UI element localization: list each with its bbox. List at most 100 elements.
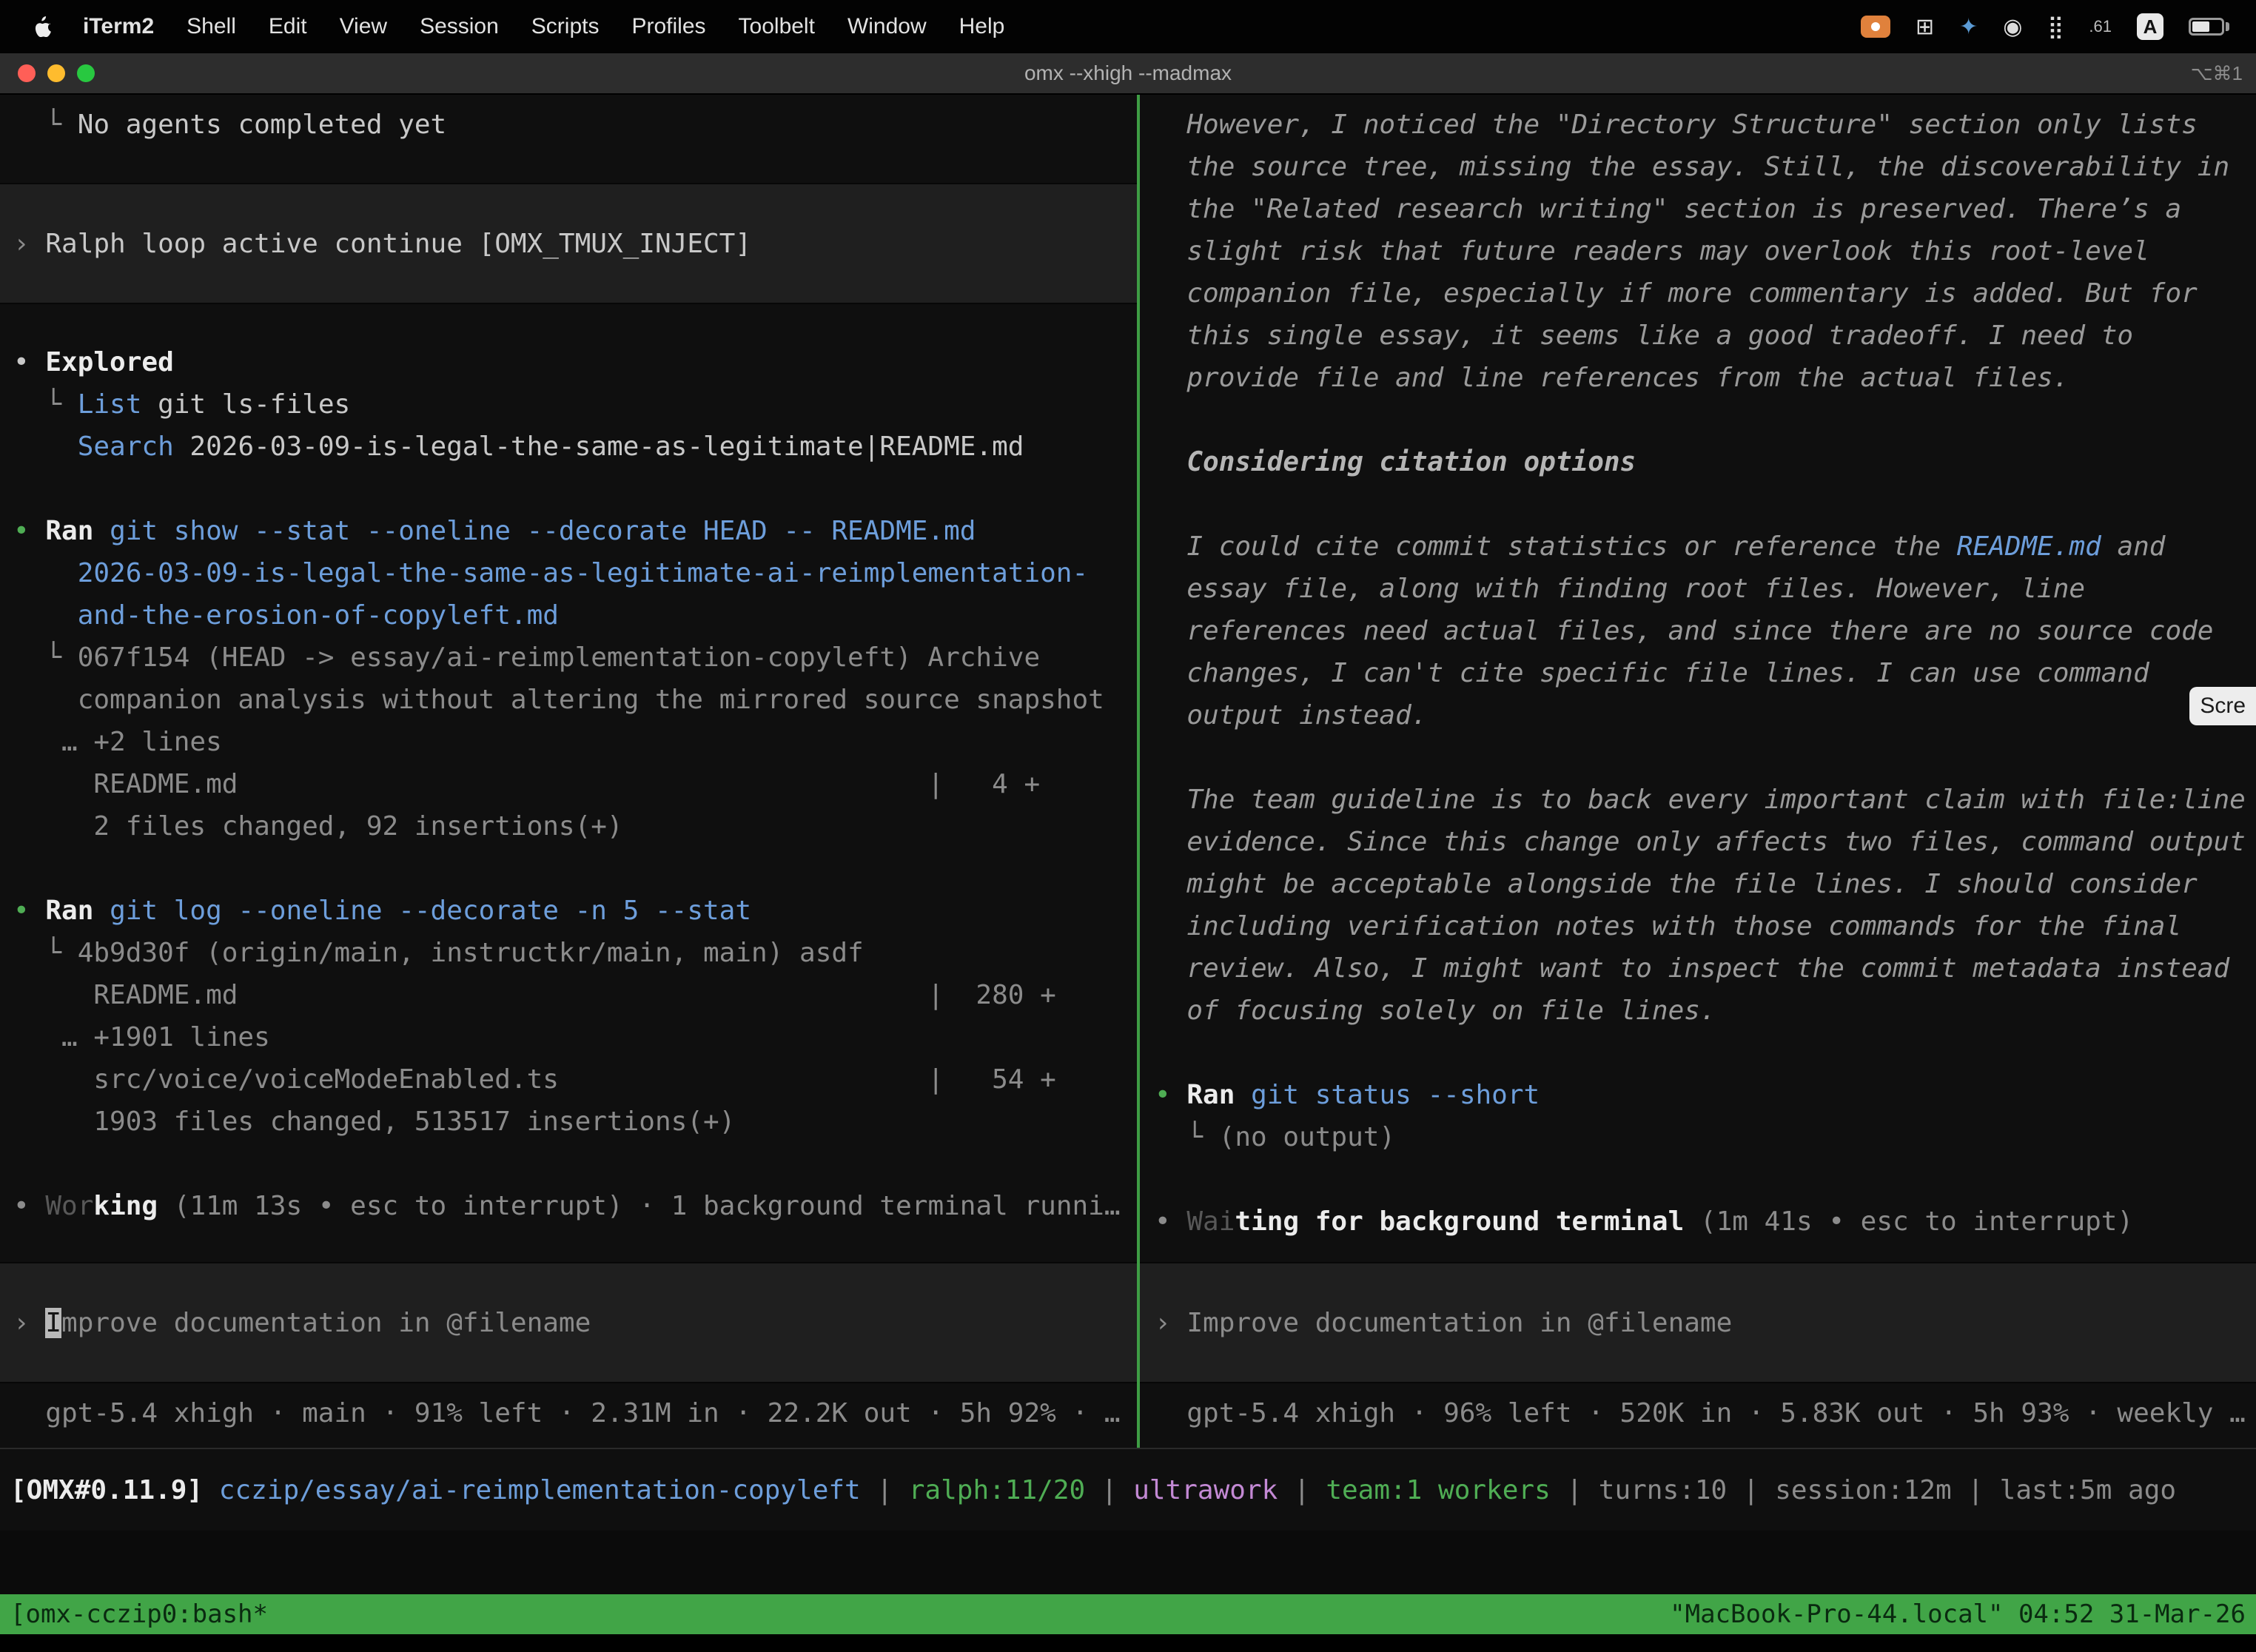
omx-status-line: [OMX#0.11.9] cczip/essay/ai-reimplementa… [0, 1475, 2176, 1505]
text-segment: • [13, 1191, 45, 1221]
spacer [1140, 1383, 2256, 1392]
terminal-line: provide file and line references from th… [1140, 357, 2256, 399]
battery-icon[interactable] [2189, 18, 2229, 36]
terminal-line: companion file, especially if more comme… [1140, 272, 2256, 315]
menu-item-toolbelt[interactable]: Toolbelt [722, 14, 831, 39]
text-segment: git ls-files [141, 389, 350, 420]
text-segment: | [1085, 1475, 1133, 1505]
text-segment: ultrawork [1133, 1475, 1278, 1505]
input-source-icon[interactable]: A [2137, 13, 2163, 40]
terminal-line: README.md | 280 + [0, 974, 1137, 1016]
battery-nub [2226, 22, 2229, 31]
prompt-input[interactable]: › Improve documentation in @filename [0, 1262, 1137, 1383]
text-segment: (11m 13s • esc to interrupt) · 1 backgro… [158, 1191, 1120, 1221]
menu-item-profiles[interactable]: Profiles [615, 14, 722, 39]
window-title-bar[interactable]: omx --xhigh --madmax ⌥⌘1 [0, 53, 2256, 95]
menu-item-session[interactable]: Session [403, 14, 515, 39]
text-segment: git status --short [1235, 1080, 1540, 1110]
terminal-line: However, I noticed the "Directory Struct… [1140, 104, 2256, 146]
text-segment: Wor [45, 1191, 93, 1221]
text-segment: ting for background terminal [1235, 1206, 1684, 1237]
screen-share-tooltip[interactable]: Scre [2189, 687, 2256, 725]
menu-item-shell[interactable]: Shell [170, 14, 252, 39]
terminal-line: › Improve documentation in @filename [0, 1302, 591, 1344]
text-segment: README.md [1957, 531, 2101, 562]
menu-item-help[interactable]: Help [943, 14, 1021, 39]
terminal-line: essay file, along with finding root file… [1140, 568, 2256, 610]
text-segment: • [13, 896, 45, 926]
menu-item-edit[interactable]: Edit [252, 14, 323, 39]
text-segment: king [93, 1191, 158, 1221]
text-segment: essay file, along with finding root file… [1155, 574, 2085, 604]
window-bottom-edge [0, 1634, 2256, 1652]
text-segment: last:5m ago [2000, 1475, 2176, 1505]
text-segment: Considering citation options [1155, 447, 1636, 477]
text-segment: › Improve documentation in @filename [1155, 1308, 1732, 1338]
text-segment: 2026-03-09-is-legal-the-same-as-legitima… [13, 558, 1088, 588]
spacer [0, 1227, 1137, 1262]
battery-body [2189, 18, 2224, 36]
text-segment: 1903 files changed, 513517 insertions(+) [13, 1107, 735, 1137]
traffic-lights [0, 64, 95, 82]
grid-icon[interactable]: ⊞ [1916, 14, 1934, 40]
dots-grid-icon[interactable]: ⣿ [2047, 14, 2064, 40]
target-icon[interactable]: ◉ [2003, 14, 2022, 40]
text-segment: review. Also, I might want to inspect th… [1155, 953, 2229, 984]
text-segment: | [861, 1475, 909, 1505]
text-segment: git log --oneline --decorate -n 5 --stat [93, 896, 751, 926]
text-segment: … +2 lines [13, 727, 222, 757]
window-shortcut-hint: ⌥⌘1 [2191, 62, 2256, 85]
terminal-line: the "Related research writing" section i… [1140, 188, 2256, 230]
apple-menu-icon[interactable] [19, 16, 67, 37]
menu-item-view[interactable]: View [323, 14, 403, 39]
terminal-line: • Waiting for background terminal (1m 41… [1140, 1201, 2256, 1243]
terminal-line: slight risk that future readers may over… [1140, 230, 2256, 272]
terminal-line: 2 files changed, 92 insertions(+) [0, 805, 1137, 847]
spacer [1140, 483, 2256, 526]
text-segment: 2 files changed, 92 insertions(+) [13, 811, 623, 842]
spacer [1140, 1158, 2256, 1201]
terminal-line: • Explored [0, 341, 1137, 383]
terminal-line: gpt-5.4 xhigh · main · 91% left · 2.31M … [0, 1392, 1137, 1434]
text-segment: Ran [45, 896, 93, 926]
sparkle-icon[interactable]: ✦ [1959, 14, 1978, 40]
prompt-input[interactable]: › Improve documentation in @filename [1140, 1262, 2256, 1383]
text-segment: README.md | 280 + [13, 980, 1056, 1010]
close-button[interactable] [18, 64, 36, 82]
percent-badge[interactable]: .61 [2089, 17, 2112, 36]
text-segment: cczip/essay/ai-reimplementation-copyleft [219, 1475, 861, 1505]
text-segment: gpt-5.4 xhigh · main · 91% left · 2.31M … [13, 1398, 1121, 1428]
terminal-line: › Ralph loop active continue [OMX_TMUX_I… [0, 223, 751, 265]
menu-item-iterm2[interactable]: iTerm2 [67, 14, 170, 39]
terminal-line: of focusing solely on file lines. [1140, 990, 2256, 1032]
text-segment: session:12m [1775, 1475, 1951, 1505]
left-pane: └ No agents completed yet› Ralph loop ac… [0, 95, 1137, 1448]
text-segment: | [1551, 1475, 1599, 1505]
text-segment: • [13, 347, 45, 377]
text-segment: • [1155, 1080, 1186, 1110]
terminal-line: • Working (11m 13s • esc to interrupt) ·… [0, 1185, 1137, 1227]
terminal-line: └ 4b9d30f (origin/main, instructkr/main,… [0, 932, 1137, 974]
terminal-line: README.md | 4 + [0, 763, 1137, 805]
text-segment: List [78, 389, 142, 420]
terminal-line: └ 067f154 (HEAD -> essay/ai-reimplementa… [0, 637, 1137, 679]
text-segment: Ralph loop active continue [OMX_TMUX_INJ… [45, 229, 751, 259]
minimize-button[interactable] [47, 64, 65, 82]
text-segment: [OMX#0.11.9] [10, 1475, 219, 1505]
text-segment: slight risk that future readers may over… [1155, 236, 2149, 266]
screen-recording-indicator[interactable] [1861, 16, 1890, 38]
menu-item-window[interactable]: Window [831, 14, 943, 39]
spacer [0, 304, 1137, 341]
terminal-line: The team guideline is to back every impo… [1140, 779, 2256, 821]
menu-item-scripts[interactable]: Scripts [515, 14, 616, 39]
zoom-button[interactable] [77, 64, 95, 82]
text-segment: and [2101, 531, 2166, 562]
terminal-line: gpt-5.4 xhigh · 96% left · 520K in · 5.8… [1140, 1392, 2256, 1434]
text-segment: Ran [1186, 1080, 1235, 1110]
text-segment: changes, I can't cite specific file line… [1155, 658, 2149, 688]
text-segment: references need actual files, and since … [1155, 616, 2213, 646]
text-segment: Search [13, 432, 174, 462]
text-segment: output instead. [1155, 700, 1427, 731]
text-segment: the "Related research writing" section i… [1155, 194, 2181, 224]
text-segment: Wai [1186, 1206, 1235, 1237]
